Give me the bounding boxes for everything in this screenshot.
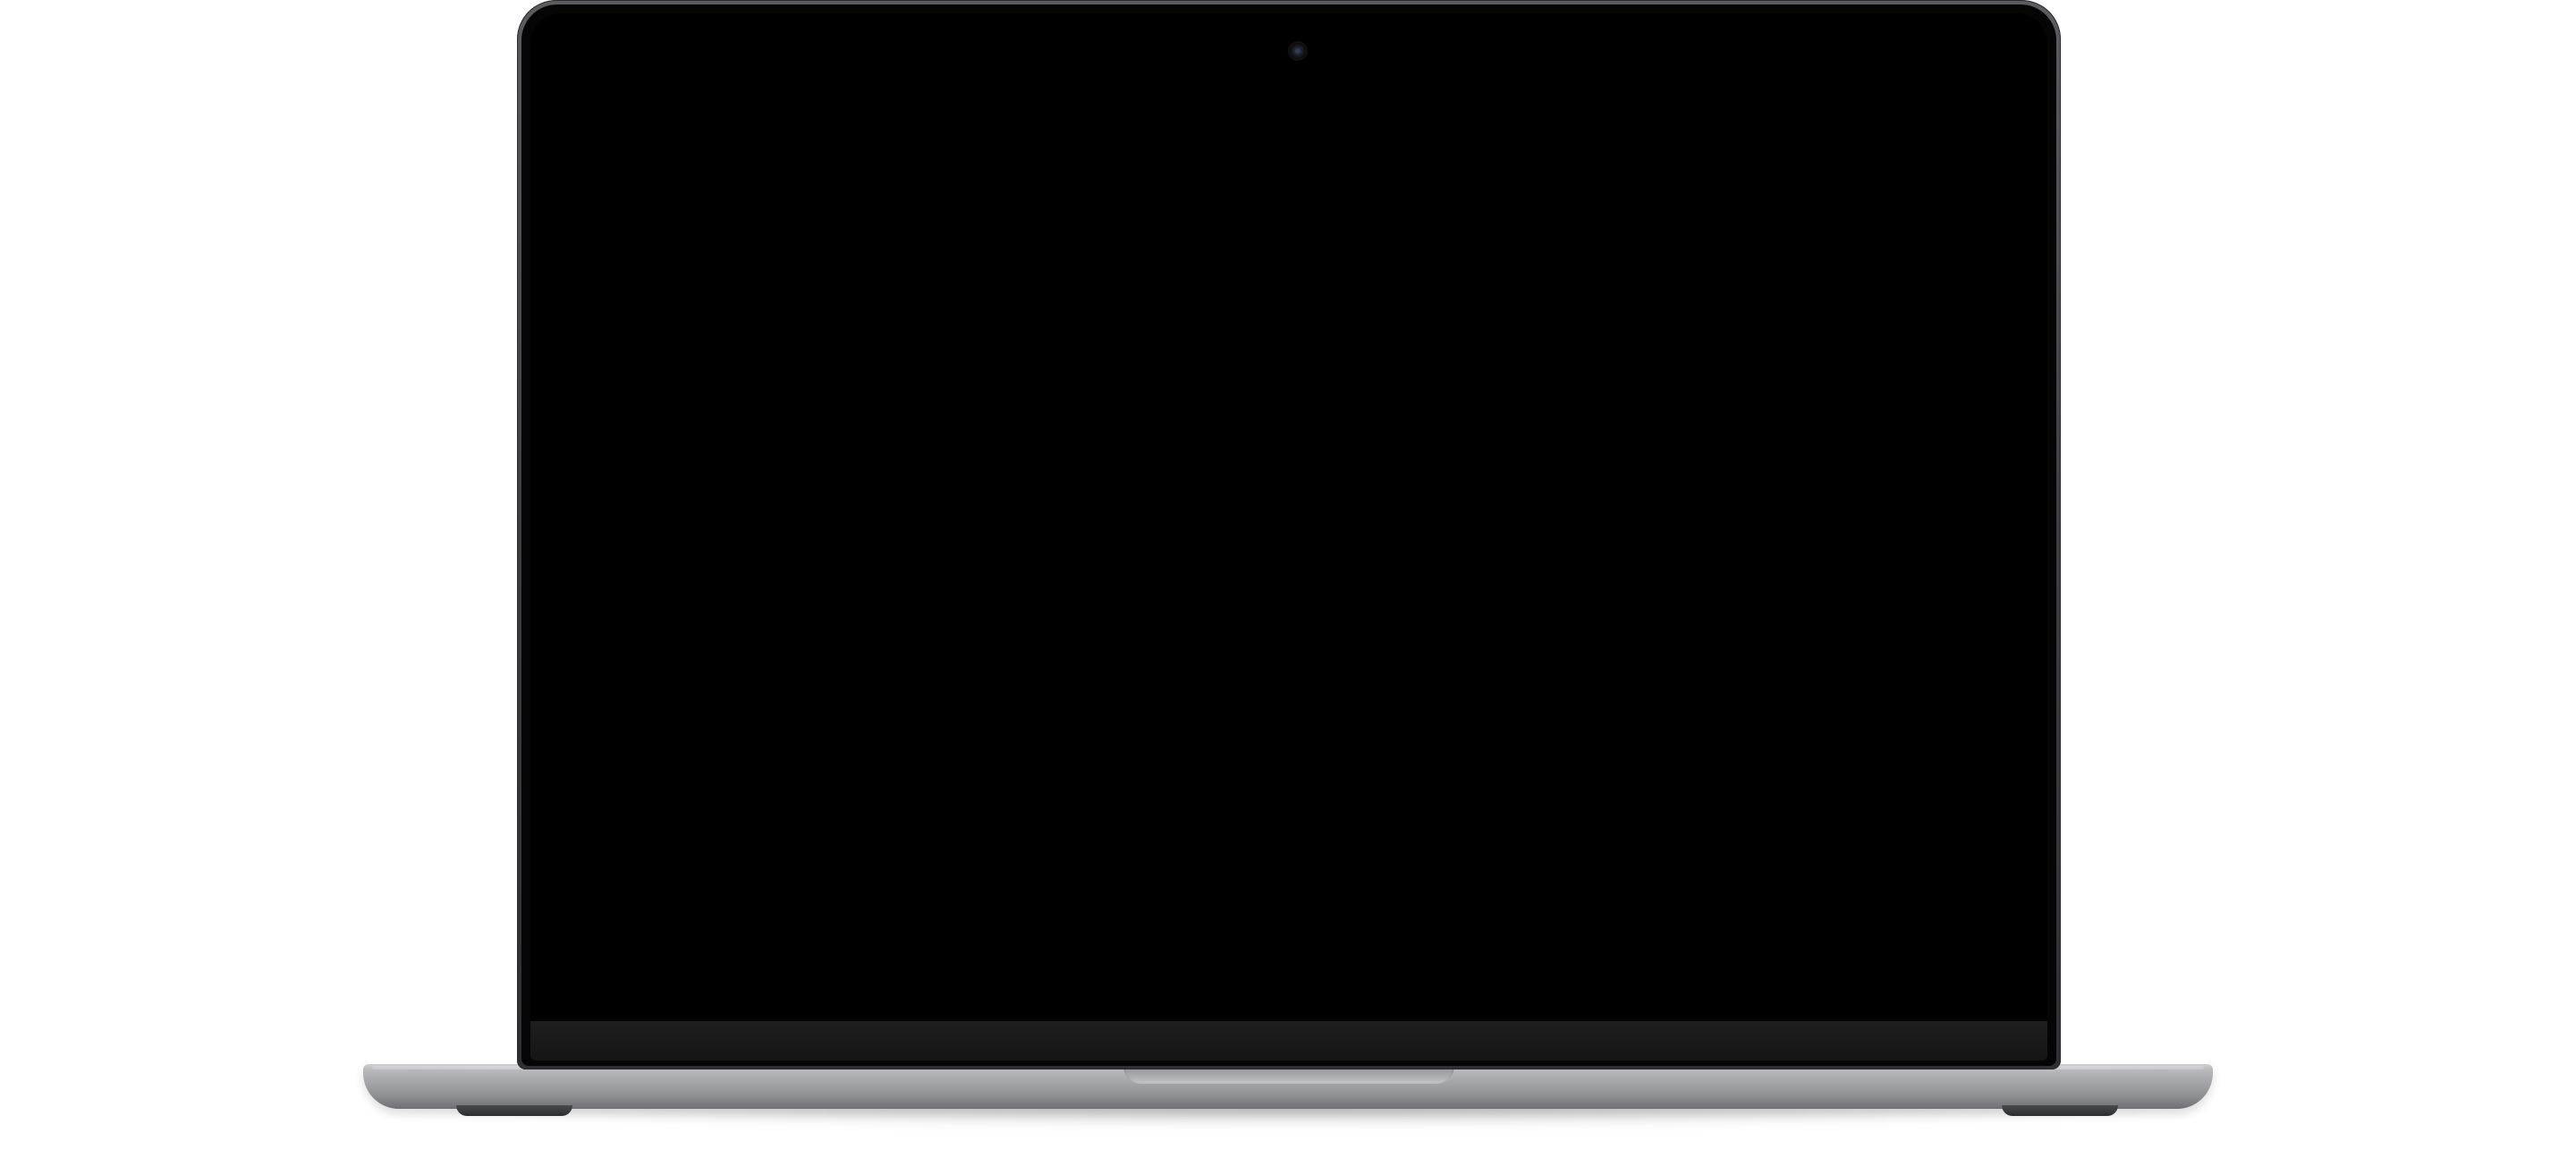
right-foot xyxy=(2002,1105,2118,1116)
camera-icon xyxy=(1290,43,1306,59)
laptop-base xyxy=(363,1064,2213,1109)
product-image xyxy=(0,0,2576,1175)
laptop-lid xyxy=(517,0,2061,1069)
display-chin xyxy=(530,1021,2047,1061)
left-foot xyxy=(456,1105,572,1116)
display-screen xyxy=(530,13,2047,1019)
camera-lens xyxy=(1295,48,1301,54)
bezel xyxy=(521,4,2056,1066)
